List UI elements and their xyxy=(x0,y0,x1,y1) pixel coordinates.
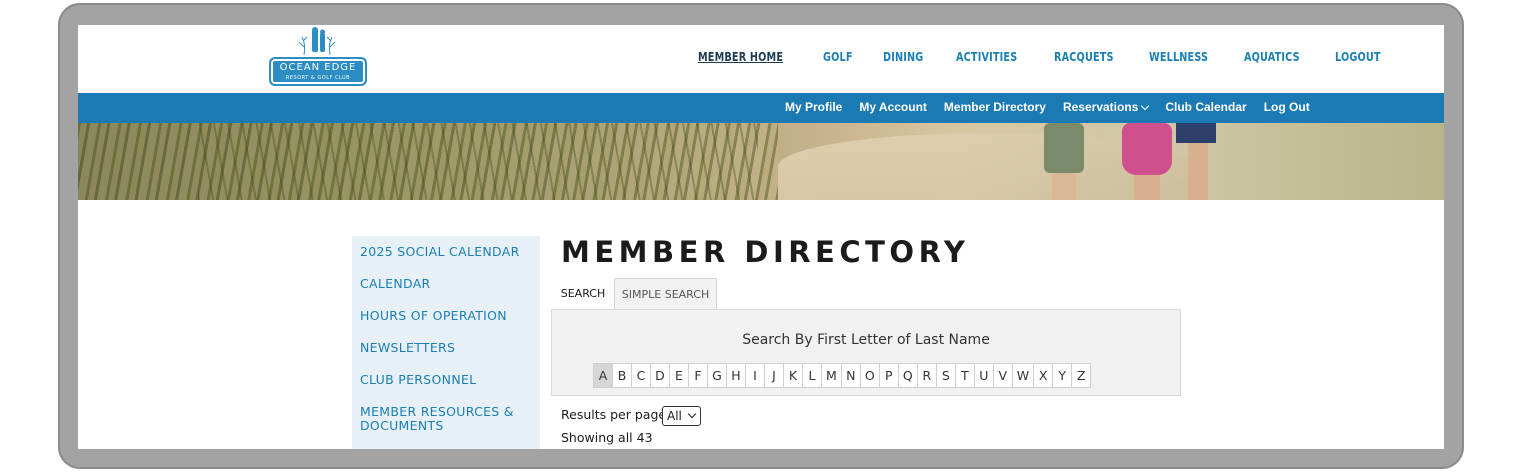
site-header: OCEAN EDGE RESORT & GOLF CLUB MEMBER HOM… xyxy=(78,25,1444,93)
subnav-reservations[interactable]: Reservations xyxy=(1062,100,1150,114)
secondary-nav-bar: My Profile My Account Member Directory R… xyxy=(78,93,1444,123)
letter-o-button[interactable]: O xyxy=(859,363,880,388)
nav-wellness[interactable]: WELLNESS xyxy=(1149,49,1208,64)
sidebar-item-hours-of-operation[interactable]: HOURS OF OPERATION xyxy=(360,308,507,323)
letter-s-button[interactable]: S xyxy=(935,363,956,388)
letter-q-button[interactable]: Q xyxy=(897,363,918,388)
letter-n-button[interactable]: N xyxy=(840,363,861,388)
chevron-down-icon xyxy=(687,409,697,419)
alphabet-filter: ABCDEFGHIJKLMNOPQRSTUVWXYZ xyxy=(593,363,1092,388)
subnav-my-account[interactable]: My Account xyxy=(859,100,927,114)
letter-x-button[interactable]: X xyxy=(1033,363,1054,388)
letter-l-button[interactable]: L xyxy=(802,363,822,388)
sidebar-item-member-resources-line2[interactable]: DOCUMENTS xyxy=(360,418,444,433)
letter-w-button[interactable]: W xyxy=(1011,363,1035,388)
results-per-page-select[interactable]: All xyxy=(662,406,701,426)
letter-j-button[interactable]: J xyxy=(764,363,784,388)
letter-m-button[interactable]: M xyxy=(821,363,842,388)
logo-badge: OCEAN EDGE RESORT & GOLF CLUB xyxy=(269,57,367,86)
nav-logout[interactable]: LOGOUT xyxy=(1335,49,1381,64)
sidebar-item-club-personnel[interactable]: CLUB PERSONNEL xyxy=(360,372,476,387)
subnav-reservations-label: Reservations xyxy=(1062,100,1139,114)
secondary-navigation: My Profile My Account Member Directory R… xyxy=(785,100,1327,114)
letter-f-button[interactable]: F xyxy=(688,363,708,388)
sidebar: 2025 SOCIAL CALENDAR CALENDAR HOURS OF O… xyxy=(352,236,540,449)
letter-g-button[interactable]: G xyxy=(707,363,727,388)
letter-c-button[interactable]: C xyxy=(631,363,651,388)
subnav-my-profile[interactable]: My Profile xyxy=(785,100,842,114)
subnav-member-directory[interactable]: Member Directory xyxy=(944,100,1046,114)
letter-r-button[interactable]: R xyxy=(916,363,937,388)
tab-simple-search[interactable]: SIMPLE SEARCH xyxy=(614,278,717,309)
sidebar-item-social-calendar[interactable]: 2025 SOCIAL CALENDAR xyxy=(360,244,520,259)
sidebar-item-member-resources[interactable]: MEMBER RESOURCES & xyxy=(360,404,514,419)
letter-h-button[interactable]: H xyxy=(726,363,746,388)
letter-u-button[interactable]: U xyxy=(973,363,994,388)
letter-a-button[interactable]: A xyxy=(593,363,613,388)
page-title: MEMBER DIRECTORY xyxy=(561,235,970,269)
browser-viewport: OCEAN EDGE RESORT & GOLF CLUB MEMBER HOM… xyxy=(78,25,1444,449)
letter-b-button[interactable]: B xyxy=(612,363,632,388)
nav-racquets[interactable]: RACQUETS xyxy=(1054,49,1114,64)
letter-t-button[interactable]: T xyxy=(954,363,975,388)
results-per-page-value: All xyxy=(667,409,682,423)
letter-i-button[interactable]: I xyxy=(745,363,765,388)
letter-e-button[interactable]: E xyxy=(669,363,689,388)
main-navigation: MEMBER HOME GOLF DINING ACTIVITIES RACQU… xyxy=(698,49,1414,64)
nav-activities[interactable]: ACTIVITIES xyxy=(956,49,1017,64)
letter-z-button[interactable]: Z xyxy=(1071,363,1092,388)
lighthouse-figure-icon xyxy=(298,27,336,56)
nav-dining[interactable]: DINING xyxy=(883,49,923,64)
search-heading: Search By First Letter of Last Name xyxy=(742,332,990,348)
ocean-edge-logo[interactable]: OCEAN EDGE RESORT & GOLF CLUB xyxy=(268,27,368,87)
sidebar-item-calendar[interactable]: CALENDAR xyxy=(360,276,431,291)
nav-golf[interactable]: GOLF xyxy=(823,49,853,64)
results-per-page-label: Results per page: xyxy=(561,407,671,422)
letter-v-button[interactable]: V xyxy=(992,363,1013,388)
logo-subtitle: RESORT & GOLF CLUB xyxy=(285,75,351,81)
logo-title: OCEAN EDGE xyxy=(279,62,357,73)
letter-y-button[interactable]: Y xyxy=(1052,363,1073,388)
letter-search-panel: Search By First Letter of Last Name ABCD… xyxy=(551,309,1181,396)
nav-member-home[interactable]: MEMBER HOME xyxy=(698,49,783,64)
subnav-club-calendar[interactable]: Club Calendar xyxy=(1165,100,1246,114)
results-count: Showing all 43 xyxy=(561,430,653,445)
letter-p-button[interactable]: P xyxy=(878,363,899,388)
hero-banner-image xyxy=(78,123,1444,200)
subnav-log-out[interactable]: Log Out xyxy=(1264,100,1310,114)
chevron-down-icon xyxy=(1141,101,1150,111)
letter-d-button[interactable]: D xyxy=(650,363,670,388)
nav-aquatics[interactable]: AQUATICS xyxy=(1244,49,1300,64)
sidebar-item-newsletters[interactable]: NEWSLETTERS xyxy=(360,340,455,355)
tab-search[interactable]: SEARCH xyxy=(552,278,614,309)
letter-k-button[interactable]: K xyxy=(783,363,803,388)
